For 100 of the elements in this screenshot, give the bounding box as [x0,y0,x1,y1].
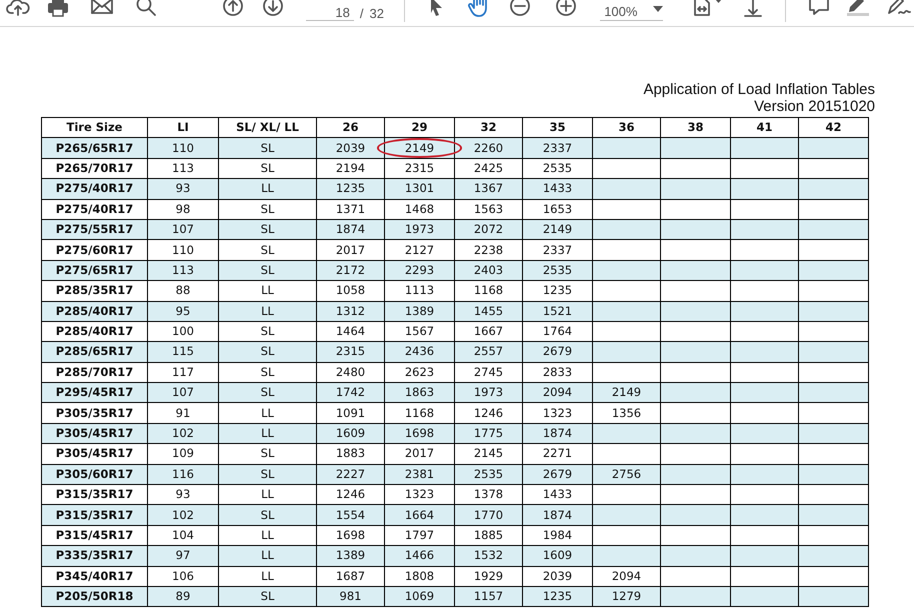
table-cell: 1371 [316,199,384,220]
table-cell: 1468 [384,199,454,220]
table-cell: 1609 [316,423,384,444]
table-cell: SL [218,240,316,260]
table-cell [660,444,730,464]
page-number-field[interactable]: 18 [306,0,354,21]
table-cell [798,566,868,586]
caret-icon[interactable] [652,6,663,12]
table-cell [730,260,798,281]
table-cell: 2149 [404,140,434,155]
table-cell: 1356 [592,402,660,424]
table-cell: SL [218,138,316,158]
table-cell: LL [218,423,316,444]
table-cell: P285/65R17 [42,342,148,362]
table-cell [798,178,868,200]
table-cell: 2535 [454,464,522,485]
table-cell: 2315 [316,342,384,362]
table-cell [660,342,730,362]
table-cell: 1874 [522,423,592,444]
table-cell: 2337 [522,138,592,158]
table-cell: SL [218,260,316,281]
table-cell: SL [218,444,316,464]
table-cell: 1653 [522,199,592,220]
table-cell: 2381 [384,464,454,485]
table-cell: 1883 [316,444,384,464]
table-cell: 2149 [522,219,592,240]
document-title: Application of Load Inflation Tables [643,81,875,98]
table-cell [798,382,868,403]
table-cell: 1455 [454,301,522,322]
table-cell [660,464,730,485]
table-cell: 95 [148,301,218,322]
table-cell: 1532 [454,546,522,566]
table-cell: 2271 [522,444,592,464]
table-cell: P305/45R17 [42,423,148,444]
table-cell: P275/55R17 [42,219,148,240]
table-cell [730,546,798,566]
column-header: SL/ XL/ LL [218,118,316,138]
table-cell: 2293 [384,260,454,281]
table-cell: 1742 [316,382,384,403]
table-cell: 1466 [384,546,454,566]
table-cell: LL [218,546,316,566]
table-cell: 1069 [384,586,454,607]
table-cell [730,504,798,526]
table-cell: SL [218,219,316,240]
table-cell: 2756 [592,464,660,485]
table-cell: P345/40R17 [42,566,148,586]
table-cell: 1863 [384,382,454,403]
table-cell: 1389 [384,301,454,322]
table-cell: LL [218,280,316,302]
table-cell: P205/50R18 [42,586,148,607]
table-cell: 1687 [316,566,384,586]
table-cell: 2094 [522,382,592,403]
table-cell: 1973 [384,219,454,240]
document-version: Version 20151020 [754,98,875,115]
table-cell: 2017 [384,444,454,464]
table-cell: 2145 [454,444,522,464]
table-cell: 1389 [316,546,384,566]
table-cell: 1521 [522,301,592,322]
table-cell [660,138,730,158]
table-cell: 2260 [454,138,522,158]
table-cell [730,566,798,586]
table-cell: P305/60R17 [42,464,148,485]
table-cell [798,423,868,444]
table-cell: LL [218,301,316,322]
table-cell: 2679 [522,342,592,362]
table-cell [592,301,660,322]
table-cell [798,138,868,158]
table-cell: LL [218,178,316,200]
table-cell: SL [218,199,316,220]
table-cell [592,423,660,444]
table-cell [730,240,798,260]
table-cell [660,504,730,526]
table-cell [730,464,798,485]
table-cell [730,138,798,158]
table-cell: 91 [148,402,218,424]
table-cell: SL [218,504,316,526]
table-cell [798,240,868,260]
table-cell: 1323 [522,402,592,424]
table-cell [730,342,798,362]
table-cell: 98 [148,199,218,220]
table-cell: 102 [148,504,218,526]
table-cell: 1770 [454,504,522,526]
table-cell [798,586,868,607]
table-cell: 1433 [522,178,592,200]
table-cell: P275/40R17 [42,199,148,220]
table-cell [730,423,798,444]
table-cell: 1609 [522,546,592,566]
table-cell: 107 [148,219,218,240]
table-cell [660,301,730,322]
zoom-dropdown[interactable]: 100% [600,0,663,21]
table-cell: LL [218,402,316,424]
table-cell [730,382,798,403]
table-cell: P285/35R17 [42,280,148,302]
table-cell: 1563 [454,199,522,220]
table-cell: LL [218,566,316,586]
table-cell: 1367 [454,178,522,200]
table-cell [592,199,660,220]
table-cell: 1874 [522,504,592,526]
table-cell: 102 [148,423,218,444]
table-cell: 1157 [454,586,522,607]
